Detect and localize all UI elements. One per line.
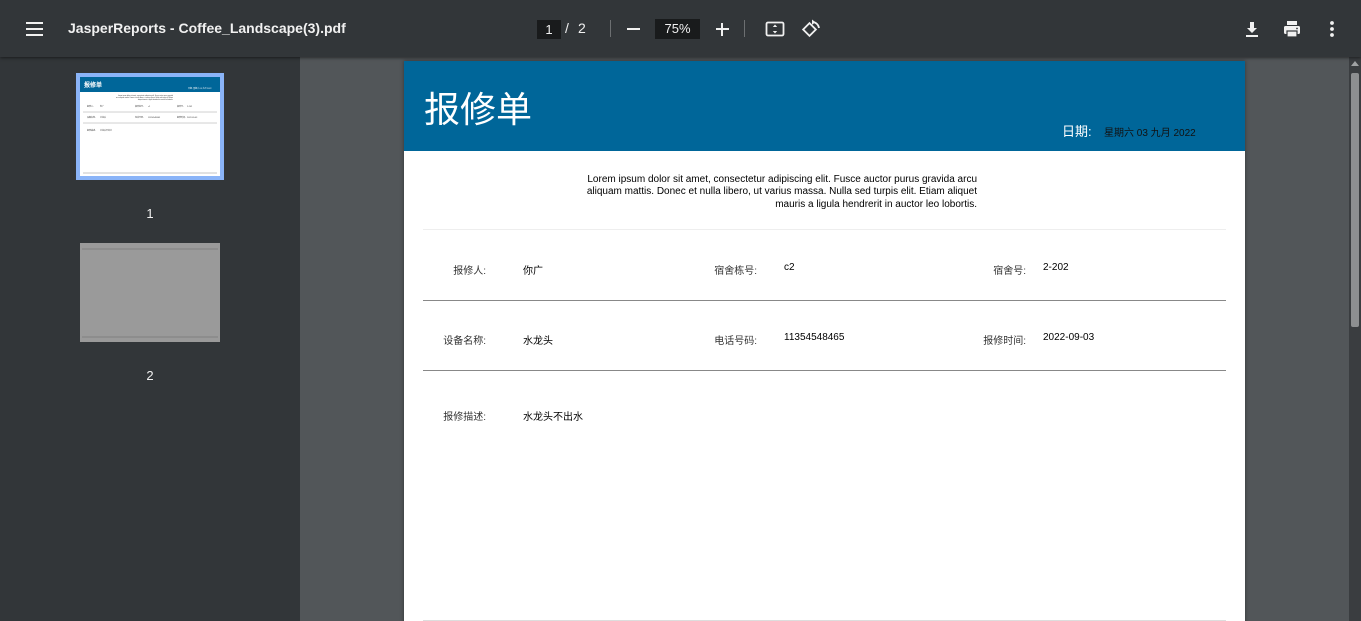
thumbnail-label: 2: [146, 368, 154, 383]
scrollbar[interactable]: [1349, 57, 1361, 621]
toolbar-divider: [744, 20, 745, 37]
divider: [423, 229, 1226, 230]
description-value: 水龙头不出水: [523, 412, 583, 423]
reporter-label: 报修人:: [453, 266, 486, 277]
svg-text:报修描述:: 报修描述:: [87, 128, 96, 132]
more-vert-icon[interactable]: [1321, 18, 1343, 40]
page-total: 2: [578, 20, 586, 36]
building-label: 宿舍栋号:: [714, 266, 757, 277]
report-time-value: 2022-09-03: [1043, 332, 1095, 343]
scroll-up-icon[interactable]: [1351, 61, 1359, 66]
page-thumbnail-preview: 报修单 日期: 星期六 03 九月 2022 Lorem ipsum dolor…: [80, 77, 220, 174]
zoom-out-icon[interactable]: [624, 20, 642, 38]
svg-text:你广: 你广: [100, 104, 104, 108]
svg-text:报修单: 报修单: [84, 81, 102, 89]
zoom-level-input[interactable]: 75%: [655, 19, 700, 39]
page-thumbnail[interactable]: [80, 243, 220, 342]
menu-icon[interactable]: [22, 17, 46, 41]
page-separator: /: [565, 20, 569, 36]
zoom-in-icon[interactable]: [713, 20, 731, 38]
report-description: Lorem ipsum dolor sit amet, consectetur …: [586, 174, 977, 210]
device-value: 水龙头: [523, 336, 553, 347]
report-time-label: 报修时间:: [983, 336, 1026, 347]
phone-value: 11354548465: [784, 332, 845, 343]
thumbnail-sidebar: 报修单 日期: 星期六 03 九月 2022 Lorem ipsum dolor…: [0, 57, 300, 621]
svg-text:c2: c2: [148, 106, 151, 108]
divider: [423, 300, 1226, 301]
svg-text:11354548465: 11354548465: [148, 117, 161, 119]
document-title: JasperReports - Coffee_Landscape(3).pdf: [68, 20, 346, 36]
pdf-page: 报修单 日期: 星期六 03 九月 2022 Lorem ipsum dolor…: [404, 61, 1245, 621]
date-label: 日期:: [1062, 124, 1092, 139]
svg-text:设备名称:: 设备名称:: [87, 115, 96, 119]
phone-label: 电话号码:: [714, 336, 757, 347]
svg-text:宿舍号:: 宿舍号:: [177, 104, 184, 108]
description-label: 报修描述:: [443, 412, 486, 423]
device-label: 设备名称:: [443, 336, 486, 347]
room-label: 宿舍号:: [993, 266, 1026, 277]
scrollbar-thumb[interactable]: [1351, 73, 1359, 327]
svg-text:Lorem ipsum dolor sit amet, co: Lorem ipsum dolor sit amet, consectetur …: [118, 94, 173, 97]
fit-page-icon[interactable]: [765, 19, 785, 39]
svg-text:2-202: 2-202: [187, 106, 193, 108]
svg-text:电话号码:: 电话号码:: [135, 115, 144, 119]
page-thumbnail-preview: [82, 248, 218, 338]
building-value: c2: [784, 262, 795, 273]
print-icon[interactable]: [1281, 18, 1303, 40]
thumbnail-label: 1: [146, 206, 154, 221]
report-header: 报修单 日期: 星期六 03 九月 2022: [404, 61, 1245, 151]
date-value: 星期六 03 九月 2022: [1104, 128, 1196, 139]
pdf-toolbar: JasperReports - Coffee_Landscape(3).pdf …: [0, 0, 1361, 57]
download-icon[interactable]: [1241, 18, 1263, 40]
svg-text:2022-09-03: 2022-09-03: [187, 117, 198, 119]
svg-text:报修人:: 报修人:: [87, 104, 94, 108]
page-number-input[interactable]: 1: [537, 20, 561, 39]
svg-text:报修时间:: 报修时间:: [177, 115, 186, 119]
report-title: 报修单: [424, 90, 533, 131]
room-value: 2-202: [1043, 262, 1069, 273]
toolbar-divider: [610, 20, 611, 37]
svg-text:宿舍栋号:: 宿舍栋号:: [135, 104, 144, 108]
svg-text:水龙头不出水: 水龙头不出水: [100, 128, 112, 132]
rotate-icon[interactable]: [800, 18, 822, 40]
reporter-value: 你广: [523, 266, 543, 277]
svg-text:水龙头: 水龙头: [100, 115, 106, 119]
page-thumbnail[interactable]: 报修单 日期: 星期六 03 九月 2022 Lorem ipsum dolor…: [76, 73, 224, 180]
divider: [423, 370, 1226, 371]
